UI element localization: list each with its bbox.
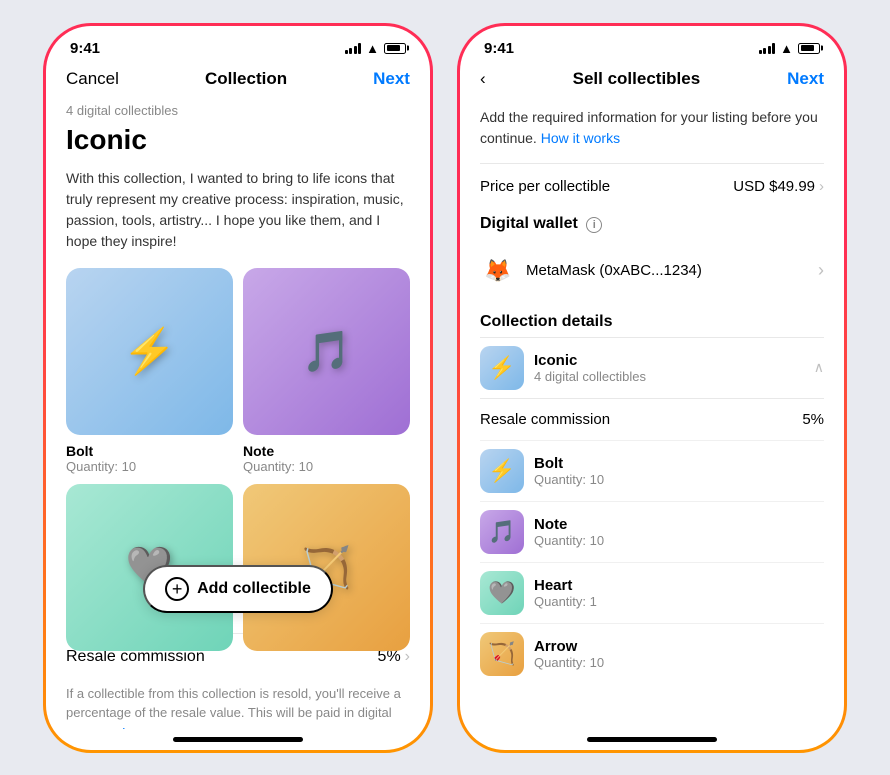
- collectible-name-note: Note: [243, 443, 410, 459]
- list-item: ⚡ Bolt Quantity: 10: [66, 268, 233, 474]
- status-icons-right: ▲: [759, 41, 820, 56]
- right-phone: 9:41 ▲ ‹ Sell collectibles Next Add the …: [457, 23, 847, 753]
- collection-text: Iconic 4 digital collectibles: [534, 352, 646, 384]
- content-left: 4 digital collectibles Iconic With this …: [46, 99, 430, 729]
- signal-icon: [345, 42, 362, 54]
- left-phone: 9:41 ▲ Cancel Collection Next 4 digital …: [43, 23, 433, 753]
- content-right: Add the required information for your li…: [460, 99, 844, 729]
- next-button-left[interactable]: Next: [373, 69, 410, 89]
- note-thumbnail: 🎵: [243, 268, 410, 435]
- status-bar-left: 9:41 ▲: [46, 26, 430, 61]
- nav-bar-right: ‹ Sell collectibles Next: [460, 61, 844, 99]
- heart-qty: Quantity: 1: [534, 594, 597, 609]
- add-collectible-overlay: + Add collectible: [66, 565, 410, 613]
- back-button[interactable]: ‹: [480, 69, 486, 89]
- add-collectible-label: Add collectible: [197, 580, 311, 598]
- wifi-icon-right: ▲: [780, 41, 793, 56]
- battery-icon: [384, 43, 406, 54]
- chevron-right-price-icon: ›: [819, 178, 824, 195]
- arrow-name: Arrow: [534, 638, 604, 655]
- list-item: ⚡ Bolt Quantity: 10: [480, 440, 824, 501]
- wallet-section-title: Digital wallet i: [480, 215, 824, 233]
- collection-count-right: 4 digital collectibles: [534, 369, 646, 384]
- note-thumb-sm: 🎵: [480, 510, 524, 554]
- iconic-collection-thumb: ⚡: [480, 346, 524, 390]
- collection-info: ⚡ Iconic 4 digital collectibles: [480, 346, 646, 390]
- collectible-qty-bolt: Quantity: 10: [66, 459, 233, 474]
- note-icon: 🎵: [302, 328, 352, 375]
- heart-info: Heart Quantity: 1: [534, 577, 597, 609]
- list-item: 🎵 Note Quantity: 10: [243, 268, 410, 474]
- collectible-qty-note: Quantity: 10: [243, 459, 410, 474]
- time-left: 9:41: [70, 40, 100, 57]
- price-label: Price per collectible: [480, 178, 610, 195]
- how-it-works-link[interactable]: How it works: [541, 130, 620, 146]
- heart-thumb-sm: 🩶: [480, 571, 524, 615]
- collectible-name-bolt: Bolt: [66, 443, 233, 459]
- page-title-left: Collection: [205, 69, 287, 89]
- time-right: 9:41: [484, 40, 514, 57]
- list-item: 🏹 Arrow Quantity: 10: [480, 623, 824, 684]
- collection-title: Iconic: [66, 124, 410, 156]
- wallet-row[interactable]: 🦊 MetaMask (0xABC...1234) ›: [480, 243, 824, 303]
- collection-item: ⚡ Iconic 4 digital collectibles ∧: [480, 337, 824, 398]
- resale-comm-label: Resale commission: [480, 411, 610, 428]
- add-circle-icon: +: [165, 577, 189, 601]
- info-icon[interactable]: i: [586, 217, 602, 233]
- list-item: 🩶 Heart Quantity: 1: [480, 562, 824, 623]
- bolt-thumbnail: ⚡: [66, 268, 233, 435]
- resale-description: If a collectible from this collection is…: [66, 684, 410, 729]
- arrow-qty: Quantity: 10: [534, 655, 604, 670]
- cancel-button[interactable]: Cancel: [66, 69, 119, 89]
- chevron-right-wallet-icon: ›: [818, 260, 824, 281]
- battery-icon-right: [798, 43, 820, 54]
- collection-name: Iconic: [534, 352, 646, 369]
- price-value: USD $49.99 ›: [733, 178, 824, 195]
- bolt-name: Bolt: [534, 455, 604, 472]
- bolt-info: Bolt Quantity: 10: [534, 455, 604, 487]
- metamask-icon: 🦊: [480, 253, 516, 289]
- next-button-right[interactable]: Next: [787, 69, 824, 89]
- note-name: Note: [534, 516, 604, 533]
- arrow-thumb-sm: 🏹: [480, 632, 524, 676]
- subtitle-info: Add the required information for your li…: [480, 99, 824, 163]
- nav-bar-left: Cancel Collection Next: [46, 61, 430, 99]
- signal-icon-right: [759, 42, 776, 54]
- status-icons-left: ▲: [345, 41, 406, 56]
- resale-comm-value: 5%: [802, 411, 824, 428]
- heart-name: Heart: [534, 577, 597, 594]
- resale-commission-row: Resale commission 5%: [480, 398, 824, 440]
- status-bar-right: 9:41 ▲: [460, 26, 844, 61]
- list-item: 🎵 Note Quantity: 10: [480, 501, 824, 562]
- metamask-emoji: 🦊: [484, 258, 511, 284]
- note-qty: Quantity: 10: [534, 533, 604, 548]
- wallet-info: 🦊 MetaMask (0xABC...1234): [480, 253, 702, 289]
- bolt-icon: ⚡: [122, 325, 177, 377]
- wifi-icon: ▲: [366, 41, 379, 56]
- bolt-thumb-sm: ⚡: [480, 449, 524, 493]
- home-indicator-left: [46, 729, 430, 750]
- home-bar: [173, 737, 303, 742]
- home-indicator-right: [460, 729, 844, 750]
- arrow-info: Arrow Quantity: 10: [534, 638, 604, 670]
- chevron-up-icon: ∧: [814, 359, 824, 376]
- home-bar-right: [587, 737, 717, 742]
- collection-count: 4 digital collectibles: [66, 103, 410, 118]
- collection-desc: With this collection, I wanted to bring …: [66, 168, 410, 252]
- collection-details-title: Collection details: [480, 303, 824, 337]
- bolt-qty: Quantity: 10: [534, 472, 604, 487]
- note-info: Note Quantity: 10: [534, 516, 604, 548]
- iconic-bolt-icon: ⚡: [488, 355, 515, 381]
- page-title-right: Sell collectibles: [573, 69, 701, 89]
- wallet-name: MetaMask (0xABC...1234): [526, 262, 702, 279]
- add-collectible-button[interactable]: + Add collectible: [143, 565, 333, 613]
- price-row[interactable]: Price per collectible USD $49.99 ›: [480, 163, 824, 209]
